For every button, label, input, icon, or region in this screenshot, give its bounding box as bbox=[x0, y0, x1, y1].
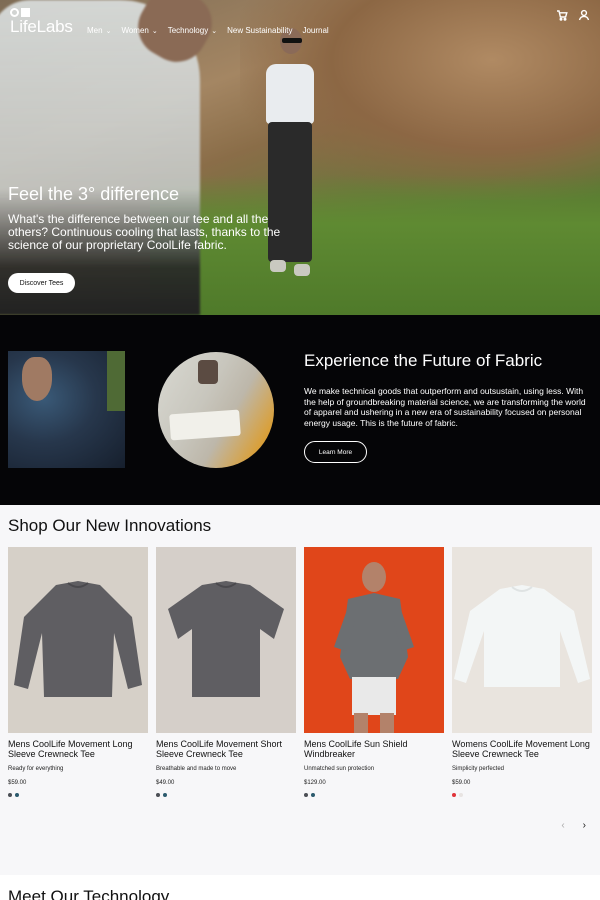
product-price: $129.00 bbox=[304, 780, 326, 786]
shop-section: Shop Our New Innovations Mens CoolLife M… bbox=[0, 505, 600, 875]
technology-title: Meet Our Technology bbox=[8, 887, 170, 900]
product-name[interactable]: Mens CoolLife Sun Shield Windbreaker bbox=[304, 739, 444, 759]
windbreaker-model-image bbox=[334, 562, 414, 733]
product-tagline: Breathable and made to move bbox=[156, 766, 237, 772]
product-name[interactable]: Mens CoolLife Movement Short Sleeve Crew… bbox=[156, 739, 296, 759]
product-card[interactable]: Mens CoolLife Movement Short Sleeve Crew… bbox=[156, 547, 296, 797]
product-name[interactable]: Womens CoolLife Movement Long Sleeve Cre… bbox=[452, 739, 592, 759]
learn-more-button[interactable]: Learn More bbox=[304, 441, 367, 463]
product-tagline: Ready for everything bbox=[8, 766, 64, 772]
chevron-down-icon: ⌄ bbox=[151, 27, 158, 35]
carousel-controls: ‹ › bbox=[561, 820, 586, 831]
product-image[interactable] bbox=[8, 547, 148, 733]
hero-banner: LifeLabs Men ⌄ Women ⌄ Technology ⌄ New Sus… bbox=[0, 0, 600, 315]
hero-title: Feel the 3° difference bbox=[8, 184, 179, 204]
color-swatch[interactable] bbox=[452, 793, 456, 797]
hero-body: What's the difference between our tee an… bbox=[8, 212, 281, 252]
hero-model-foreground bbox=[0, 0, 223, 315]
nav-item-women[interactable]: Women ⌄ bbox=[121, 26, 157, 35]
product-name[interactable]: Mens CoolLife Movement Long Sleeve Crewn… bbox=[8, 739, 148, 759]
color-swatch[interactable] bbox=[459, 793, 463, 797]
shop-title: Shop Our New Innovations bbox=[8, 516, 212, 535]
account-icon[interactable] bbox=[578, 9, 590, 21]
fabric-title: Experience the Future of Fabric bbox=[304, 351, 543, 370]
product-image[interactable] bbox=[452, 547, 592, 733]
lab-circle-image bbox=[158, 352, 274, 468]
chevron-right-icon[interactable]: › bbox=[583, 820, 586, 831]
logo-mark-icon bbox=[10, 8, 73, 17]
cart-icon[interactable] bbox=[556, 9, 568, 21]
color-swatch[interactable] bbox=[156, 793, 160, 797]
short-sleeve-tee-image bbox=[168, 581, 284, 697]
color-swatch[interactable] bbox=[8, 793, 12, 797]
chevron-down-icon: ⌄ bbox=[211, 27, 218, 35]
chevron-down-icon: ⌄ bbox=[105, 27, 112, 35]
product-card[interactable]: Mens CoolLife Sun Shield Windbreaker Unm… bbox=[304, 547, 444, 797]
fabric-section: Experience the Future of Fabric We make … bbox=[0, 315, 600, 505]
product-card[interactable]: Womens CoolLife Movement Long Sleeve Cre… bbox=[452, 547, 592, 797]
color-swatch[interactable] bbox=[15, 793, 19, 797]
long-sleeve-tee-image bbox=[14, 581, 142, 697]
top-nav: LifeLabs Men ⌄ Women ⌄ Technology ⌄ New Sus… bbox=[0, 0, 600, 44]
nav-item-technology[interactable]: Technology ⌄ bbox=[168, 26, 217, 35]
logo[interactable]: LifeLabs bbox=[10, 8, 73, 36]
product-image[interactable] bbox=[304, 547, 444, 733]
fabric-body: We make technical goods that outperform … bbox=[304, 386, 586, 428]
product-tagline: Unmatched sun protection bbox=[304, 766, 375, 772]
product-tagline: Simplicity perfected bbox=[452, 766, 505, 772]
nav-item-men[interactable]: Men ⌄ bbox=[87, 26, 111, 35]
logo-text: LifeLabs bbox=[10, 17, 73, 36]
product-price: $59.00 bbox=[8, 780, 27, 786]
hooded-jacket-image bbox=[8, 351, 125, 468]
chevron-left-icon[interactable]: ‹ bbox=[561, 820, 564, 831]
discover-tees-button[interactable]: Discover Tees bbox=[8, 273, 75, 293]
nav-item-journal[interactable]: Journal bbox=[302, 26, 328, 35]
product-card[interactable]: Mens CoolLife Movement Long Sleeve Crewn… bbox=[8, 547, 148, 797]
color-swatch[interactable] bbox=[304, 793, 308, 797]
nav-item-new-sustainability[interactable]: New Sustainability bbox=[227, 26, 292, 35]
main-menu: Men ⌄ Women ⌄ Technology ⌄ New Sustainabili… bbox=[87, 26, 329, 35]
product-price: $49.00 bbox=[156, 780, 175, 786]
technology-section: Meet Our Technology bbox=[0, 875, 600, 900]
color-swatch[interactable] bbox=[163, 793, 167, 797]
product-price: $59.00 bbox=[452, 780, 471, 786]
color-swatch[interactable] bbox=[311, 793, 315, 797]
hero-copy: Feel the 3° difference What's the differ… bbox=[8, 183, 308, 252]
womens-long-sleeve-tee-image bbox=[454, 585, 590, 687]
product-image[interactable] bbox=[156, 547, 296, 733]
